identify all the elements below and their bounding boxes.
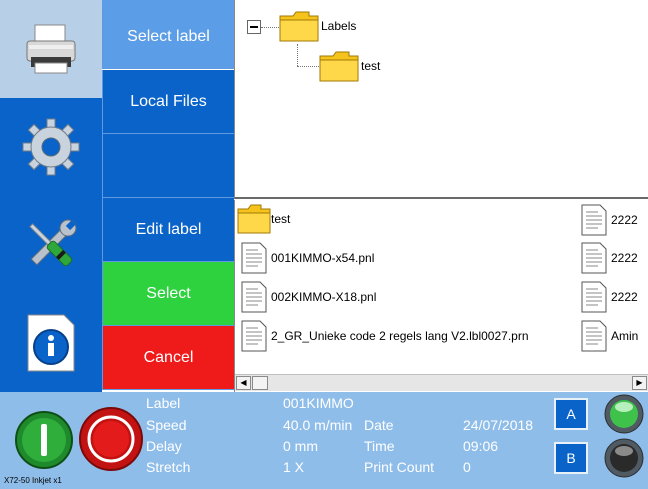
- document-icon: [241, 281, 267, 313]
- file-name: 002KIMMO-X18.pnl: [271, 290, 377, 304]
- menu-top-strip: [102, 0, 234, 5]
- empty-button[interactable]: [102, 134, 234, 198]
- stretch-key: Stretch: [146, 459, 191, 475]
- delay-key: Delay: [146, 438, 182, 454]
- file-name: 2222: [611, 251, 638, 265]
- head-b-button[interactable]: B: [554, 442, 588, 474]
- list-item[interactable]: 2_GR_Unieke code 2 regels lang V2.lbl002…: [241, 320, 529, 352]
- stop-button[interactable]: [78, 406, 144, 472]
- list-item[interactable]: test: [237, 204, 290, 234]
- folder-icon: [237, 204, 271, 234]
- tree-connector: [297, 66, 319, 67]
- list-item[interactable]: 2222: [581, 204, 638, 236]
- select-label-text: Select label: [127, 27, 210, 45]
- file-list[interactable]: test 001KIMMO-x54.pnl 002KIMMO-X18.pnl 2…: [234, 200, 648, 392]
- document-icon: [581, 204, 607, 236]
- speed-key: Speed: [146, 417, 187, 433]
- tree-node-test[interactable]: test: [319, 50, 380, 86]
- delay-value: 0 mm: [283, 438, 318, 454]
- power-on-icon: [41, 424, 47, 456]
- scroll-thumb[interactable]: [252, 376, 268, 390]
- head-a-indicator-icon: [604, 394, 644, 434]
- document-icon: [241, 242, 267, 274]
- file-name: 001KIMMO-x54.pnl: [271, 251, 375, 265]
- edit-label-button[interactable]: Edit label: [102, 198, 234, 262]
- horizontal-scrollbar[interactable]: ◀ ▶: [235, 374, 648, 391]
- info-tab[interactable]: [0, 294, 102, 392]
- head-b-label: B: [566, 450, 576, 466]
- list-item[interactable]: 001KIMMO-x54.pnl: [241, 242, 374, 274]
- list-item[interactable]: 2222: [581, 281, 638, 313]
- document-icon: [581, 242, 607, 274]
- label-key: Label: [146, 395, 181, 411]
- collapse-toggle[interactable]: [247, 20, 261, 34]
- document-icon: [581, 281, 607, 313]
- folder-icon: [279, 11, 319, 42]
- scroll-left-button[interactable]: ◀: [236, 376, 251, 390]
- date-key: Date: [364, 417, 394, 433]
- file-name: 2222: [611, 213, 638, 227]
- list-item[interactable]: 002KIMMO-X18.pnl: [241, 281, 376, 313]
- file-name: 2_GR_Unieke code 2 regels lang V2.lbl002…: [271, 329, 529, 343]
- folder-tree[interactable]: Labels test: [234, 0, 648, 199]
- list-item[interactable]: 2222: [581, 242, 638, 274]
- model-name: X72-50 Inkjet x1: [4, 476, 62, 485]
- date-value: 24/07/2018: [463, 417, 534, 433]
- tree-label-test: test: [361, 59, 381, 73]
- cancel-button[interactable]: Cancel: [102, 326, 234, 390]
- printer-tab[interactable]: [0, 0, 102, 98]
- tree-connector: [261, 27, 279, 28]
- scroll-right-button[interactable]: ▶: [632, 376, 647, 390]
- select-button[interactable]: Select: [102, 262, 234, 326]
- file-name: test: [271, 212, 291, 226]
- select-text: Select: [146, 284, 191, 302]
- list-item[interactable]: Amin: [581, 320, 638, 352]
- gear-icon: [22, 118, 80, 176]
- tree-label-labels: Labels: [321, 19, 357, 33]
- settings-tab[interactable]: [0, 98, 102, 196]
- local-files-button[interactable]: Local Files: [102, 70, 234, 134]
- icon-sidebar: [0, 0, 102, 392]
- print-count-key: Print Count: [364, 459, 435, 475]
- head-a-label: A: [566, 406, 576, 422]
- status-bar: Label 001KIMMO Speed 40.0 m/min Date 24/…: [0, 392, 648, 489]
- head-a-button[interactable]: A: [554, 398, 588, 430]
- folder-icon: [319, 51, 359, 82]
- time-key: Time: [364, 438, 395, 454]
- head-b-indicator-icon: [604, 438, 644, 478]
- edit-label-text: Edit label: [135, 220, 202, 238]
- local-files-text: Local Files: [130, 92, 207, 110]
- tree-connector: [297, 44, 298, 66]
- document-icon: [581, 320, 607, 352]
- print-count-value: 0: [463, 459, 471, 475]
- info-icon: [27, 314, 75, 372]
- select-label-button[interactable]: Select label: [102, 5, 234, 69]
- label-value: 001KIMMO: [283, 395, 354, 411]
- start-button[interactable]: [14, 410, 74, 470]
- tools-tab[interactable]: [0, 196, 102, 294]
- tools-icon: [29, 219, 77, 267]
- tree-node-labels[interactable]: Labels: [279, 10, 356, 46]
- cancel-text: Cancel: [143, 348, 194, 366]
- time-value: 09:06: [463, 438, 499, 454]
- file-name: Amin: [611, 329, 639, 343]
- printer-icon: [26, 24, 76, 74]
- stretch-value: 1 X: [283, 459, 305, 475]
- speed-value: 40.0 m/min: [283, 417, 353, 433]
- document-icon: [241, 320, 267, 352]
- file-name: 2222: [611, 290, 638, 304]
